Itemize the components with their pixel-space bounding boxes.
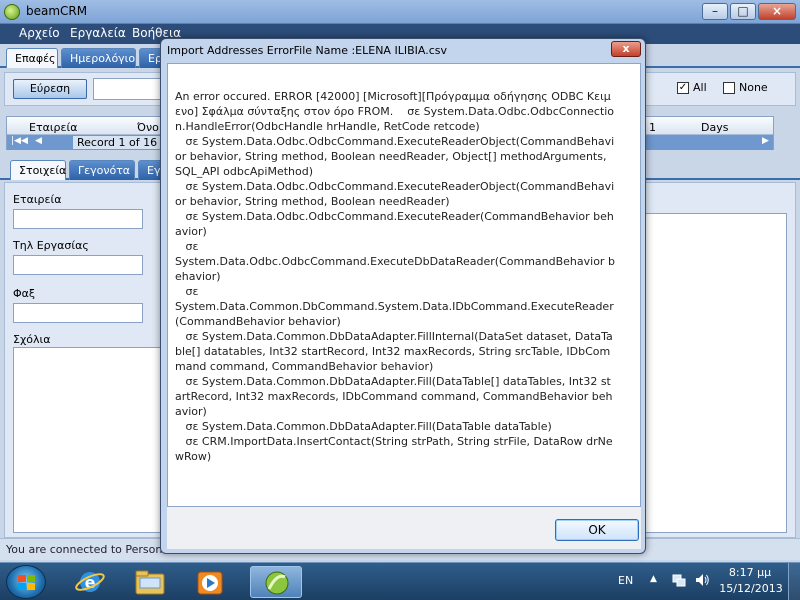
tab-events[interactable]: Γεγονότα: [69, 160, 135, 180]
find-button[interactable]: Εύρεση: [13, 79, 87, 99]
dialog-footer: OK: [167, 507, 641, 549]
language-indicator[interactable]: EN: [618, 574, 633, 587]
all-checkbox-label: All: [693, 81, 707, 94]
show-desktop-button[interactable]: [788, 563, 800, 600]
dialog-body: An error occured. ERROR [42000] [Microso…: [167, 63, 641, 507]
column-header-days[interactable]: Days: [701, 121, 728, 134]
start-button[interactable]: [6, 565, 46, 599]
previous-record-icon[interactable]: ◀: [35, 136, 42, 146]
ok-button[interactable]: OK: [555, 519, 639, 541]
error-dialog: Import Addresses ErrorFile Name :ELENA I…: [160, 38, 646, 554]
work-phone-field[interactable]: [13, 255, 143, 275]
app-logo-icon: [4, 4, 20, 20]
file-explorer-icon[interactable]: [128, 566, 172, 598]
first-record-icon[interactable]: |◀◀: [11, 136, 28, 146]
dialog-title: Import Addresses ErrorFile Name :ELENA I…: [167, 44, 447, 57]
beamcrm-taskbar-icon[interactable]: [250, 566, 302, 598]
minimize-button[interactable]: –: [702, 3, 728, 20]
clock-time[interactable]: 8:17 μμ: [720, 566, 780, 579]
taskbar: e EN ▲ 8:17 μμ 15/12/2013: [0, 562, 800, 600]
details-right-pane[interactable]: [645, 213, 787, 533]
title-bar: beamCRM – □ ×: [0, 0, 800, 24]
work-phone-label: Τηλ Εργασίας: [13, 239, 89, 252]
maximize-button[interactable]: □: [730, 3, 756, 20]
fax-field[interactable]: [13, 303, 143, 323]
next-record-icon[interactable]: ▶: [762, 136, 769, 146]
menu-tools[interactable]: Εργαλεία: [70, 26, 126, 40]
status-text: You are connected to Person: [6, 543, 163, 556]
volume-icon[interactable]: [694, 572, 710, 588]
tab-calendar[interactable]: Ημερολόγιο: [61, 48, 136, 68]
internet-explorer-icon[interactable]: e: [68, 566, 112, 598]
company-field[interactable]: [13, 209, 143, 229]
clock-date[interactable]: 15/12/2013: [716, 582, 786, 595]
all-checkbox[interactable]: ✓: [677, 82, 689, 94]
fax-label: Φαξ: [13, 287, 36, 300]
dialog-close-button[interactable]: x: [611, 41, 641, 57]
tray-expand-icon[interactable]: ▲: [650, 574, 657, 584]
column-header-number[interactable]: 1: [649, 121, 656, 134]
close-button[interactable]: ×: [758, 3, 796, 20]
media-player-icon[interactable]: [188, 566, 232, 598]
column-header-name[interactable]: Όνο: [137, 121, 159, 134]
window-title: beamCRM: [26, 4, 88, 18]
tab-contacts[interactable]: Επαφές: [6, 48, 58, 68]
none-checkbox-label: None: [739, 81, 768, 94]
column-header-company[interactable]: Εταιρεία: [29, 121, 77, 134]
menu-file[interactable]: Αρχείο: [19, 26, 60, 40]
notes-label: Σχόλια: [13, 333, 51, 346]
network-icon[interactable]: [672, 572, 686, 588]
company-label: Εταιρεία: [13, 193, 62, 206]
none-checkbox[interactable]: [723, 82, 735, 94]
error-message: An error occured. ERROR [42000] [Microso…: [175, 90, 615, 463]
windows-logo-icon: [18, 575, 26, 582]
notes-field[interactable]: [13, 347, 163, 533]
record-counter: Record 1 of 16: [73, 136, 162, 149]
tab-details[interactable]: Στοιχεία: [10, 160, 66, 180]
